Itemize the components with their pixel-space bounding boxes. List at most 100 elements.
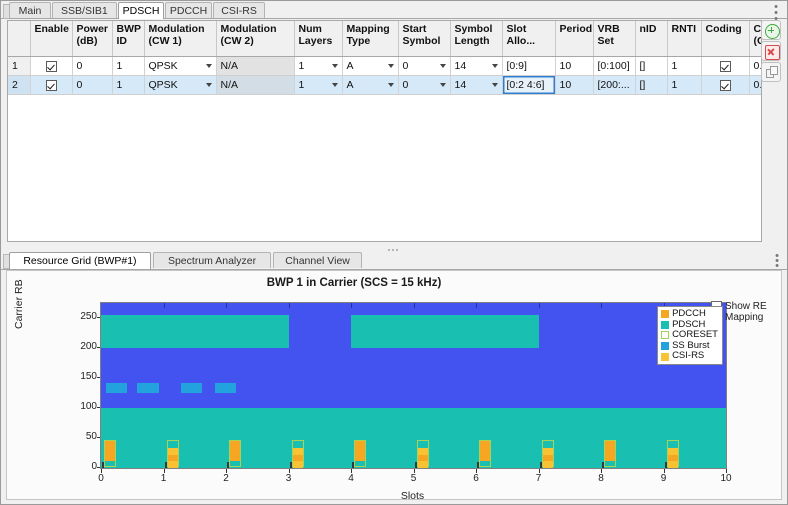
chevron-down-icon[interactable] xyxy=(491,64,498,68)
chevron-down-icon[interactable] xyxy=(491,83,498,87)
legend-swatch-icon xyxy=(661,331,670,340)
col-header-rnti[interactable]: RNTI xyxy=(667,21,702,57)
chevron-down-icon[interactable] xyxy=(205,64,212,68)
cell-coding[interactable] xyxy=(701,75,750,95)
chevron-down-icon[interactable] xyxy=(331,83,338,87)
cell-mapping-type[interactable]: A xyxy=(342,75,399,95)
chevron-down-icon[interactable] xyxy=(331,64,338,68)
pdsch-config-table[interactable]: Enable Power (dB) BWP ID Modulation (CW 1) … xyxy=(7,20,762,242)
chevron-down-icon[interactable] xyxy=(439,64,446,68)
cell-mapping-type[interactable]: A xyxy=(342,56,399,76)
tab-csi-rs[interactable]: CSI-RS xyxy=(212,2,266,18)
col-header-power[interactable]: Power (dB) xyxy=(72,21,113,57)
tab-pdcch[interactable]: PDCCH xyxy=(165,2,212,18)
cell-bwp-id[interactable]: 1 xyxy=(112,56,145,76)
coding-checkbox[interactable] xyxy=(719,79,731,91)
legend-label: CSI-RS xyxy=(672,350,705,362)
cell-symbol-length[interactable]: 14 xyxy=(450,75,503,95)
control-cell xyxy=(605,447,615,455)
chevron-down-icon[interactable] xyxy=(387,64,394,68)
cell-vrb-set[interactable]: [200:... xyxy=(593,75,636,95)
cell-enable[interactable] xyxy=(30,56,73,76)
cell-rnti[interactable]: 1 xyxy=(667,75,702,95)
cell-modulation-cw1[interactable]: QPSK xyxy=(144,75,217,95)
y-tick-label: 0 xyxy=(91,461,97,472)
tab-pdsch[interactable]: PDSCH xyxy=(117,2,165,19)
tab-ssb-sib1[interactable]: SSB/SIB1 xyxy=(52,2,117,18)
region-pdsch xyxy=(101,315,289,348)
cell-nid[interactable]: [] xyxy=(635,56,668,76)
cell-start-symbol[interactable]: 0 xyxy=(398,75,451,95)
visualization-tab-bar: • • • Resource Grid (BWP#1) Spectrum Analyz… xyxy=(1,251,787,272)
cell-period[interactable]: 10 xyxy=(555,75,594,95)
tab-label: SSB/SIB1 xyxy=(61,4,108,17)
pdcch-cell xyxy=(605,441,615,448)
col-header-start-symbol[interactable]: Start Symbol xyxy=(398,21,451,57)
cell-power[interactable]: 0 xyxy=(72,56,113,76)
start-symbol-value: 0 xyxy=(402,79,409,91)
cell-start-symbol[interactable]: 0 xyxy=(398,56,451,76)
col-header-mapping-type[interactable]: Mapping Type xyxy=(342,21,399,57)
csi-rs-cell xyxy=(667,447,678,455)
pdcch-cell xyxy=(480,454,490,462)
table-row[interactable]: 2 0 1 QPSK N/A 1 A 0 14 [0:2 4:6] 10 [20… xyxy=(8,75,761,95)
col-header-slot-allocation[interactable]: Slot Allo... xyxy=(502,21,556,57)
cell-nid[interactable]: [] xyxy=(635,75,668,95)
cell-slot-allocation[interactable]: [0:9] xyxy=(502,56,556,76)
y-axis-ticks: 0 50 100 150 200 250 xyxy=(59,302,102,472)
col-header-enable[interactable]: Enable xyxy=(30,21,73,57)
plot-area[interactable]: PDCCH PDSCH CORESET SS Burst CSI-RS xyxy=(100,302,727,469)
coreset-outline-5 xyxy=(416,440,429,468)
enable-checkbox[interactable] xyxy=(45,79,57,91)
col-header-symbol-length[interactable]: Symbol Length xyxy=(450,21,503,57)
cell-num-layers[interactable]: 1 xyxy=(294,75,343,95)
col-header-num-layers[interactable]: Num Layers xyxy=(294,21,343,57)
cell-enable[interactable] xyxy=(30,75,73,95)
tab-main[interactable]: Main xyxy=(9,2,51,18)
chevron-down-icon[interactable] xyxy=(387,83,394,87)
x-tick-label: 1 xyxy=(160,473,167,484)
chevron-down-icon[interactable] xyxy=(439,83,446,87)
cell-modulation-cw1[interactable]: QPSK xyxy=(144,56,217,76)
cell-symbol-length[interactable]: 14 xyxy=(450,56,503,76)
x-tick-label: 0 xyxy=(98,473,104,484)
tab-channel-view[interactable]: Channel View xyxy=(273,252,362,268)
visualization-menu-icon[interactable]: • • • xyxy=(775,251,779,272)
delete-row-button[interactable] xyxy=(761,41,781,61)
cell-num-layers[interactable]: 1 xyxy=(294,56,343,76)
x-tick-mark xyxy=(413,469,415,473)
enable-checkbox[interactable] xyxy=(45,60,57,72)
cell-power[interactable]: 0 xyxy=(72,75,113,95)
coreset-outline-0 xyxy=(104,440,116,467)
col-header-period[interactable]: Period xyxy=(555,21,594,57)
x-axis-ticks: 0 1 2 3 4 5 6 7 8 9 10 xyxy=(98,469,732,487)
tab-resource-grid-bwp-1[interactable]: Resource Grid (BWP#1) xyxy=(9,252,151,269)
cell-period[interactable]: 10 xyxy=(555,56,594,76)
add-row-button[interactable] xyxy=(761,20,781,40)
cell-rnti[interactable]: 1 xyxy=(667,56,702,76)
control-cell xyxy=(605,461,615,468)
x-tick-mark-top xyxy=(538,303,540,308)
coding-checkbox[interactable] xyxy=(719,60,731,72)
cell-coding[interactable] xyxy=(701,56,750,76)
copy-row-button[interactable] xyxy=(761,62,781,82)
col-header-modulation-cw1[interactable]: Modulation (CW 1) xyxy=(144,21,217,57)
col-header-vrb-set[interactable]: VRB Set xyxy=(593,21,636,57)
col-header-nid[interactable]: nID xyxy=(635,21,668,57)
chevron-down-icon[interactable] xyxy=(205,83,212,87)
control-cell xyxy=(355,461,365,468)
symbol-length-value: 14 xyxy=(454,79,467,91)
tab-spectrum-analyzer[interactable]: Spectrum Analyzer xyxy=(152,252,272,268)
col-header-bwp-id[interactable]: BWP ID xyxy=(112,21,145,57)
num-layers-value: 1 xyxy=(298,60,305,72)
table-row[interactable]: 1 0 1 QPSK N/A 1 A 0 14 [0:9] 10 [0:100]… xyxy=(8,56,761,76)
cell-bwp-id[interactable]: 1 xyxy=(112,75,145,95)
legend-swatch-icon xyxy=(661,310,670,319)
x-tick-mark xyxy=(288,469,290,473)
col-header-coding[interactable]: Coding xyxy=(701,21,750,57)
col-header-modulation-cw2[interactable]: Modulation (CW 2) xyxy=(216,21,295,57)
cell-vrb-set[interactable]: [0:100] xyxy=(593,56,636,76)
coreset-outline-1 xyxy=(166,440,179,468)
x-tick-mark-top xyxy=(163,303,165,308)
cell-slot-allocation[interactable]: [0:2 4:6] xyxy=(502,75,556,95)
